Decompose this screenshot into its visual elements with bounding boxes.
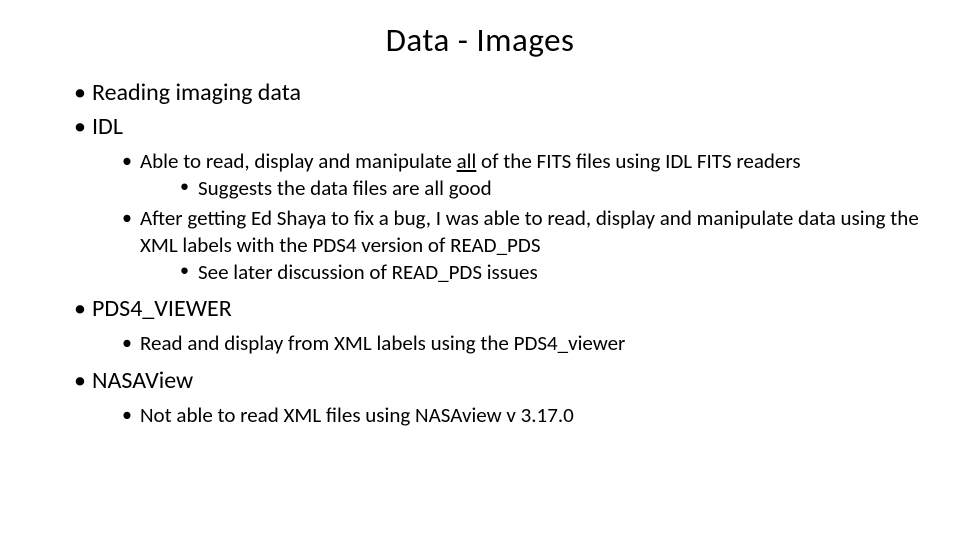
bullet-text: Reading imaging data [92,78,301,107]
slide-title: Data - Images [0,20,960,60]
bullet-reading-imaging-data: Reading imaging data [74,78,920,108]
bullet-text: After getting Ed Shaya to fix a bug, I w… [140,205,919,258]
bullet-text: Not able to read XML files using NASAvie… [140,402,574,428]
bullet-text: IDL [92,112,123,141]
bullet-text-post: of the FITS files using IDL FITS readers [476,148,800,174]
bullet-idl: IDL [74,112,920,142]
bullet-read-pds-issues: See later discussion of READ_PDS issues [180,259,920,286]
bullet-read-pds: After getting Ed Shaya to fix a bug, I w… [122,205,920,287]
bullet-text: See later discussion of READ_PDS issues [198,259,538,285]
bullet-text-pre: Able to read, display and manipulate [140,148,457,174]
bullet-nasaview: NASAView [74,366,920,396]
bullet-data-files-good: Suggests the data files are all good [180,175,920,202]
bullet-pds4-viewer-detail: Read and display from XML labels using t… [122,330,920,357]
slide-content: Reading imaging data IDL Able to read, d… [0,78,960,429]
bullet-idl-fits-readers: Able to read, display and manipulate all… [122,148,920,203]
bullet-pds4-viewer: PDS4_VIEWER [74,294,920,324]
bullet-nasaview-detail: Not able to read XML files using NASAvie… [122,402,920,429]
bullet-text-em: all [457,148,477,174]
bullet-text: Suggests the data files are all good [198,175,492,201]
bullet-text: Read and display from XML labels using t… [140,330,625,356]
slide: Data - Images Reading imaging data IDL A… [0,0,960,540]
bullet-text: PDS4_VIEWER [92,294,232,323]
bullet-text: NASAView [92,366,193,395]
